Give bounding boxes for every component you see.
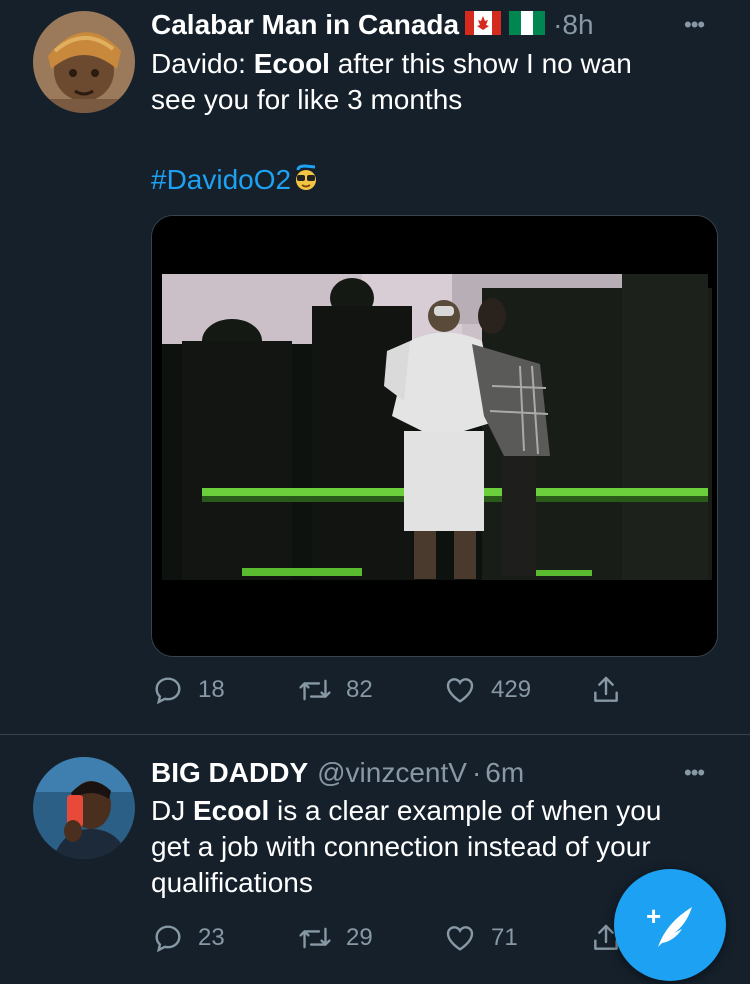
tweet2-text-line1: DJ Ecool is a clear example of when you <box>151 795 662 826</box>
tweet2-like-button[interactable]: 71 <box>443 922 518 954</box>
tweet1-header: Calabar Man in Canada · 8h <box>151 8 594 42</box>
canada-flag-icon <box>465 10 502 40</box>
tweet-divider <box>0 734 750 735</box>
tweet2-like-count: 71 <box>491 924 518 951</box>
tweet1-like-button[interactable]: 429 <box>443 674 531 706</box>
tweet2-timestamp[interactable]: 6m <box>485 757 524 789</box>
share-icon <box>594 676 618 702</box>
heart-icon <box>446 678 474 703</box>
sunglasses-emoji-icon <box>293 163 319 197</box>
tweet2-handle[interactable]: @vinzcentV <box>317 757 467 789</box>
tweet2-separator: · <box>471 757 482 788</box>
tweet1-reply-button[interactable]: 18 <box>152 674 225 706</box>
reply-icon <box>155 677 181 705</box>
retweet-icon <box>299 679 331 701</box>
tweet2-retweet-count: 29 <box>346 924 373 951</box>
tweet1-text: Davido: Ecool after this show I no wan s… <box>151 46 711 118</box>
tweet1-share-button[interactable] <box>590 674 636 706</box>
tweet1-media-video[interactable] <box>151 215 718 657</box>
tweet1-timestamp[interactable]: 8h <box>562 9 593 41</box>
tweet2-bold-term: Ecool <box>193 795 270 826</box>
tweet2-author-avatar[interactable] <box>33 757 135 859</box>
compose-tweet-icon: + <box>646 901 692 947</box>
tweet1-like-count: 429 <box>491 676 532 703</box>
tweet1-text-line1: Davido: Ecool after this show I no wan <box>151 48 632 79</box>
tweet2-header: BIG DADDY @vinzcentV · 6m <box>151 756 524 790</box>
tweet2-text-line2: get a job with connection instead of you… <box>151 831 651 862</box>
retweet-icon <box>299 927 331 949</box>
tweet2-retweet-button[interactable]: 29 <box>298 922 373 954</box>
tweet1-text-line2: see you for like 3 months <box>151 84 463 115</box>
video-frame <box>152 216 717 656</box>
tweet1-more-icon[interactable]: ••• <box>684 12 705 38</box>
tweet1-bold-term: Ecool <box>253 48 330 79</box>
tweet1-author-name[interactable]: Calabar Man in Canada <box>151 9 459 41</box>
tweet1-retweet-count: 82 <box>346 676 373 703</box>
reply-icon <box>155 925 181 953</box>
compose-tweet-button[interactable]: + <box>614 869 726 981</box>
tweet2-reply-count: 23 <box>198 924 225 951</box>
tweet2-reply-button[interactable]: 23 <box>152 922 225 954</box>
tweet1-retweet-button[interactable]: 82 <box>298 674 373 706</box>
nigeria-flag-icon <box>509 10 546 40</box>
tweet1-author-avatar[interactable] <box>33 11 135 113</box>
tweet2-more-icon[interactable]: ••• <box>684 760 705 786</box>
heart-icon <box>446 926 474 951</box>
tweet1-hashtag-row: #DavidoO2 <box>151 162 319 198</box>
hashtag-link[interactable]: #DavidoO2 <box>151 164 291 196</box>
tweet1-reply-count: 18 <box>198 676 225 703</box>
compose-plus: + <box>646 901 661 931</box>
tweet1-separator: · <box>553 9 563 40</box>
tweet2-author-name[interactable]: BIG DADDY <box>151 757 308 789</box>
